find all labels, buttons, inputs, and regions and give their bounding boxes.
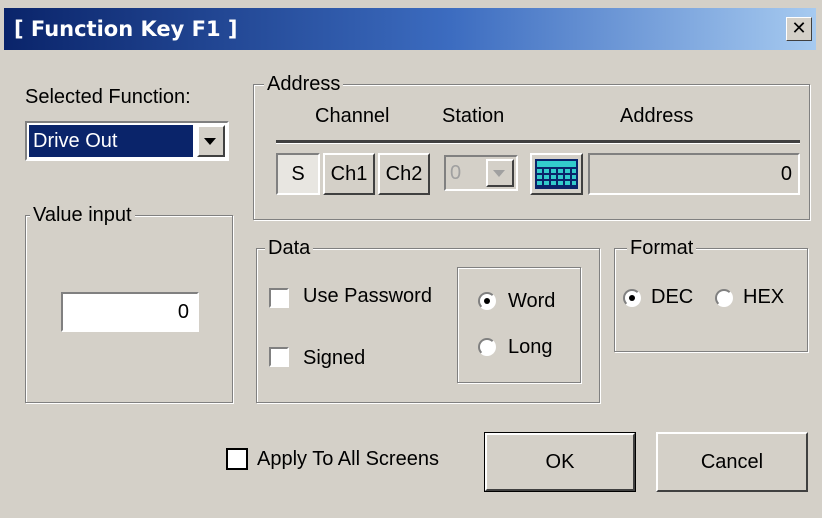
signed-checkbox[interactable] [269, 347, 289, 367]
channel-ch1-button[interactable]: Ch1 [323, 153, 375, 195]
station-select[interactable]: 0 [444, 155, 518, 191]
station-select-value: 0 [450, 162, 462, 184]
function-dropdown-button[interactable] [197, 125, 225, 157]
word-radio[interactable] [478, 292, 496, 310]
data-group: Data Use Password Signed Word Long [256, 236, 600, 403]
channel-ch2-button[interactable]: Ch2 [378, 153, 430, 195]
address-field[interactable]: 0 [588, 153, 800, 195]
title-bar[interactable]: [ Function Key F1 ] ✕ [4, 8, 816, 50]
chevron-down-icon [493, 170, 505, 177]
format-group: Format DEC HEX [614, 236, 808, 352]
address-group-label: Address [264, 72, 344, 96]
address-group: Address Channel Station Address S Ch1 Ch… [253, 72, 810, 220]
value-input-text: 0 [177, 301, 189, 323]
value-input-group: Value input 0 [25, 203, 233, 403]
hex-label[interactable]: HEX [743, 286, 784, 309]
cancel-button-label: Cancel [700, 450, 764, 473]
apply-all-screens-checkbox[interactable] [226, 448, 248, 470]
keypad-grid-icon [535, 159, 578, 189]
data-group-label: Data [265, 236, 314, 260]
function-key-dialog: [ Function Key F1 ] ✕ Selected Function:… [0, 0, 822, 518]
signed-label[interactable]: Signed [303, 347, 365, 370]
channel-s-label: S [291, 162, 305, 185]
channel-ch1-label: Ch1 [330, 162, 368, 185]
station-column-label: Station [442, 105, 505, 127]
long-radio[interactable] [478, 338, 496, 356]
long-label[interactable]: Long [508, 336, 553, 359]
station-dropdown-button[interactable] [486, 159, 514, 187]
address-field-value: 0 [780, 163, 792, 185]
apply-all-screens-label[interactable]: Apply To All Screens [257, 448, 439, 471]
channel-column-label: Channel [315, 105, 390, 127]
value-input-field[interactable]: 0 [61, 292, 199, 332]
close-icon: ✕ [791, 18, 807, 39]
ok-button-label: OK [545, 450, 575, 473]
value-input-group-label: Value input [30, 203, 135, 227]
word-label[interactable]: Word [508, 290, 555, 313]
address-keypad-button[interactable] [530, 153, 583, 195]
channel-ch2-label: Ch2 [385, 162, 423, 185]
use-password-label[interactable]: Use Password [303, 285, 432, 308]
use-password-checkbox[interactable] [269, 288, 289, 308]
ok-button[interactable]: OK [484, 432, 636, 492]
function-select[interactable]: Drive Out [25, 121, 229, 161]
address-column-label: Address [620, 105, 694, 127]
hex-radio[interactable] [715, 289, 733, 307]
cancel-button[interactable]: Cancel [656, 432, 808, 492]
word-radio-dot [484, 298, 490, 304]
function-select-value: Drive Out [29, 125, 193, 157]
data-size-group: Word Long [457, 267, 581, 383]
dec-radio-dot [629, 295, 635, 301]
dec-radio[interactable] [623, 289, 641, 307]
selected-function-label: Selected Function: [25, 86, 191, 108]
window-title: [ Function Key F1 ] [14, 17, 238, 41]
address-header-divider [276, 140, 800, 144]
chevron-down-icon [204, 138, 216, 145]
format-group-label: Format [627, 236, 697, 260]
dec-label[interactable]: DEC [651, 286, 693, 309]
close-button[interactable]: ✕ [786, 17, 812, 41]
channel-s-button[interactable]: S [276, 153, 320, 195]
